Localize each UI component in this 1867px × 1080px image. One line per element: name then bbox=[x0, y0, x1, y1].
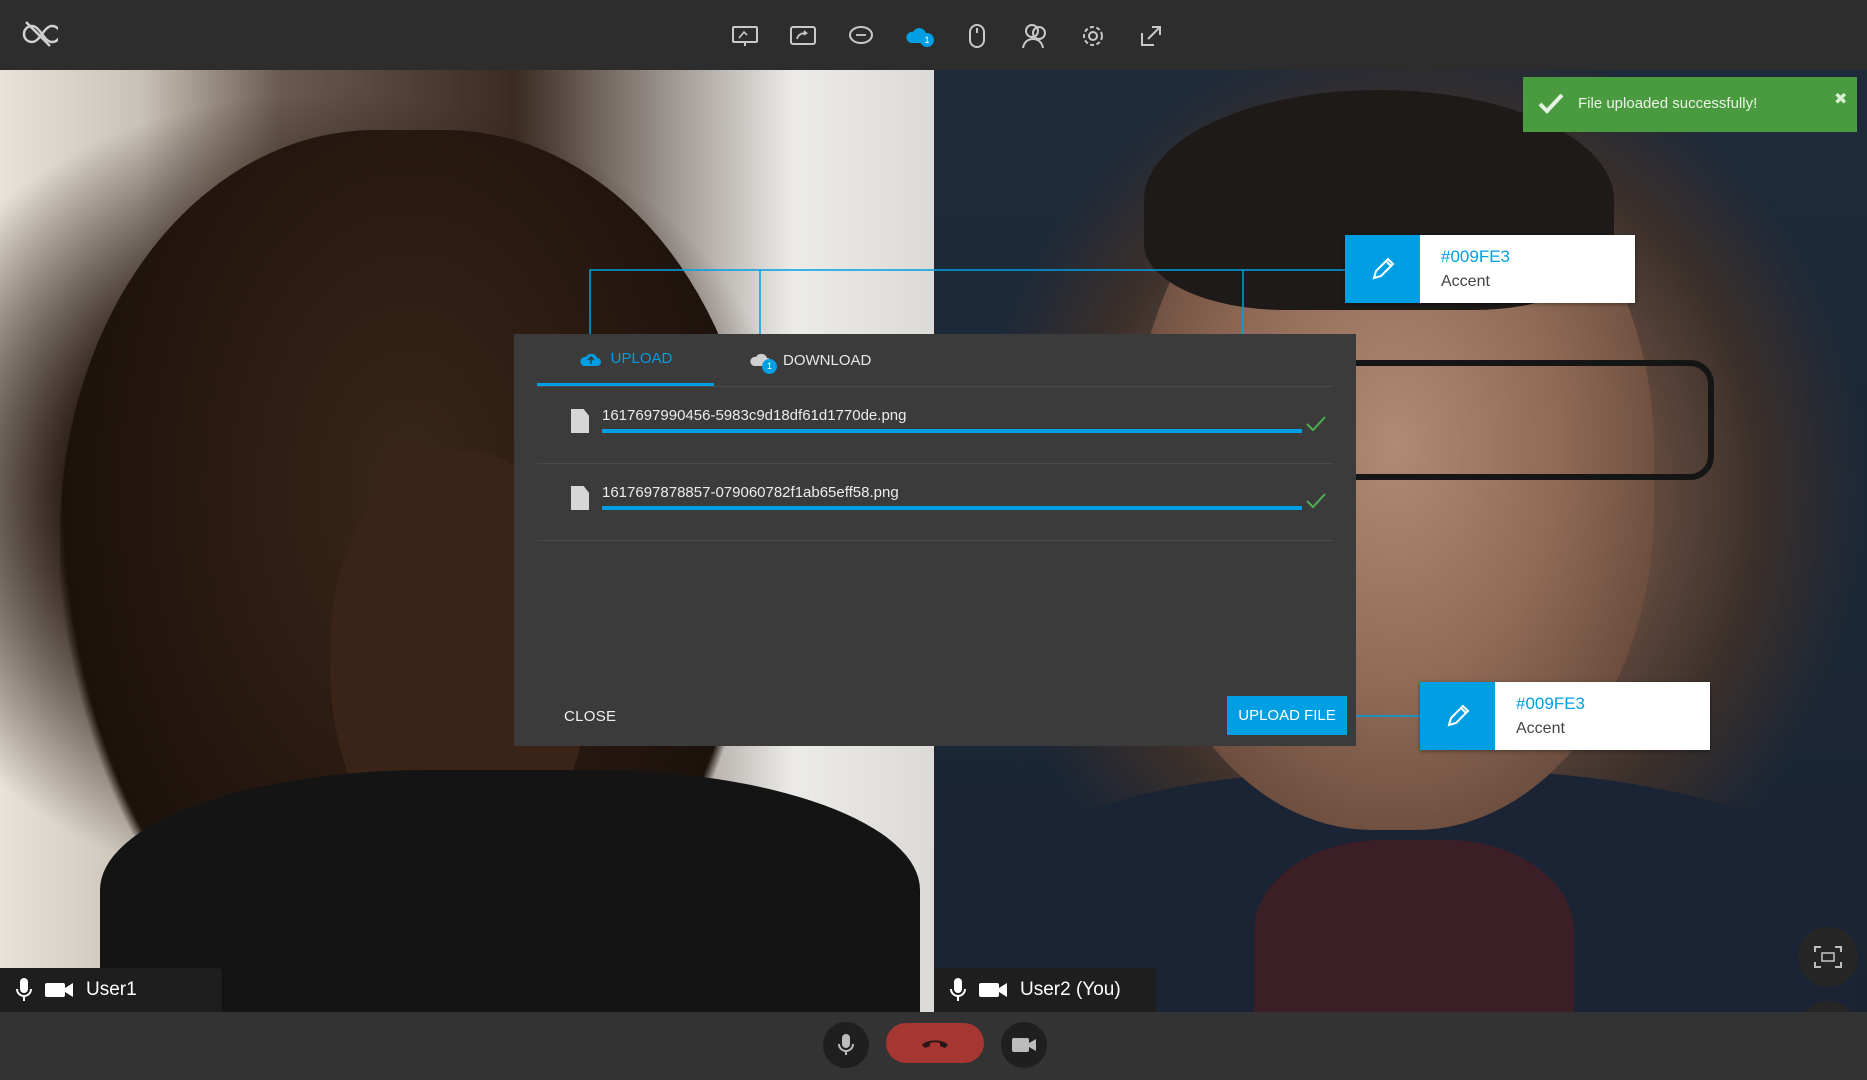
participant-name: User2 (You) bbox=[1020, 979, 1121, 1000]
upload-progress-bar bbox=[602, 429, 1302, 433]
cloud-download-icon: 1 bbox=[749, 349, 777, 374]
pencil-icon[interactable] bbox=[1420, 682, 1495, 750]
phone-hangup-icon bbox=[922, 1040, 948, 1048]
color-callout: #009FE3 Accent bbox=[1345, 235, 1635, 303]
remote-control-mouse-icon[interactable] bbox=[948, 17, 1006, 55]
participant-glasses bbox=[1294, 360, 1714, 480]
download-badge: 1 bbox=[762, 359, 777, 374]
upload-progress-fill bbox=[602, 429, 1302, 433]
microphone-icon[interactable] bbox=[16, 977, 32, 1003]
toast-message: File uploaded successfully! bbox=[1578, 95, 1758, 112]
file-name: 1617697878857-079060782f1ab65eff58.png bbox=[602, 484, 899, 501]
tab-download[interactable]: 1 DOWNLOAD bbox=[749, 334, 871, 386]
callout-color-label: Accent bbox=[1441, 273, 1490, 290]
microphone-icon bbox=[838, 1034, 854, 1055]
app-logo-icon[interactable] bbox=[18, 16, 62, 52]
camera-icon bbox=[1012, 1038, 1036, 1052]
settings-icon[interactable] bbox=[1064, 17, 1122, 55]
close-icon[interactable]: ✖ bbox=[1834, 89, 1847, 109]
file-row: 1617697990456-5983c9d18df61d1770de.png bbox=[537, 387, 1333, 464]
participant-body bbox=[100, 770, 920, 1012]
upload-progress-bar bbox=[602, 506, 1302, 510]
mute-button[interactable] bbox=[823, 1022, 869, 1068]
camera-icon[interactable] bbox=[44, 980, 74, 1000]
hangup-button[interactable] bbox=[886, 1023, 984, 1063]
file-transfer-badge: 1 bbox=[920, 33, 934, 47]
microphone-icon[interactable] bbox=[950, 977, 966, 1003]
file-icon bbox=[571, 409, 589, 433]
chat-icon[interactable] bbox=[832, 17, 890, 55]
screen-share-icon[interactable] bbox=[774, 17, 832, 55]
toolbar-icon-group: 1 bbox=[716, 17, 1180, 55]
checkmark-icon bbox=[1305, 492, 1327, 515]
upload-progress-fill bbox=[602, 506, 1302, 510]
participant-tag-user2: User2 (You) bbox=[934, 968, 1156, 1012]
pencil-icon[interactable] bbox=[1345, 235, 1420, 303]
callout-color-value: #009FE3 bbox=[1516, 694, 1585, 713]
callout-color-label: Accent bbox=[1516, 720, 1565, 737]
participants-icon[interactable] bbox=[1006, 17, 1064, 55]
close-button[interactable]: CLOSE bbox=[564, 708, 616, 725]
popout-icon[interactable] bbox=[1122, 17, 1180, 55]
participant-name: User1 bbox=[86, 979, 137, 1000]
camera-toggle-button[interactable] bbox=[1001, 1022, 1047, 1068]
screenshot-button[interactable] bbox=[1798, 927, 1858, 987]
tab-upload-label: UPLOAD bbox=[610, 350, 673, 367]
file-icon bbox=[571, 486, 589, 510]
camera-icon[interactable] bbox=[978, 980, 1008, 1000]
participant-shirt bbox=[1254, 840, 1574, 1012]
color-callout: #009FE3 Accent bbox=[1420, 682, 1710, 750]
participant-tag-user1: User1 bbox=[0, 968, 222, 1012]
upload-file-button[interactable]: UPLOAD FILE bbox=[1227, 696, 1347, 735]
callout-color-value: #009FE3 bbox=[1441, 247, 1510, 266]
file-transfer-icon[interactable]: 1 bbox=[890, 17, 948, 55]
cloud-upload-icon bbox=[580, 353, 601, 366]
top-toolbar: 1 bbox=[0, 0, 1867, 70]
tab-download-label: DOWNLOAD bbox=[783, 351, 872, 369]
checkmark-icon bbox=[1305, 415, 1327, 438]
whiteboard-icon[interactable] bbox=[716, 17, 774, 55]
tab-upload[interactable]: UPLOAD bbox=[537, 334, 714, 386]
checkmark-icon bbox=[1537, 91, 1565, 120]
dialog-tabs: UPLOAD 1 DOWNLOAD bbox=[537, 334, 1333, 387]
success-toast: File uploaded successfully! ✖ bbox=[1523, 77, 1857, 132]
file-transfer-dialog: UPLOAD 1 DOWNLOAD 1617697990456-5983c9d1… bbox=[514, 334, 1356, 746]
file-row: 1617697878857-079060782f1ab65eff58.png bbox=[537, 464, 1333, 541]
file-name: 1617697990456-5983c9d18df61d1770de.png bbox=[602, 407, 907, 424]
screenshot-icon bbox=[1814, 946, 1842, 968]
